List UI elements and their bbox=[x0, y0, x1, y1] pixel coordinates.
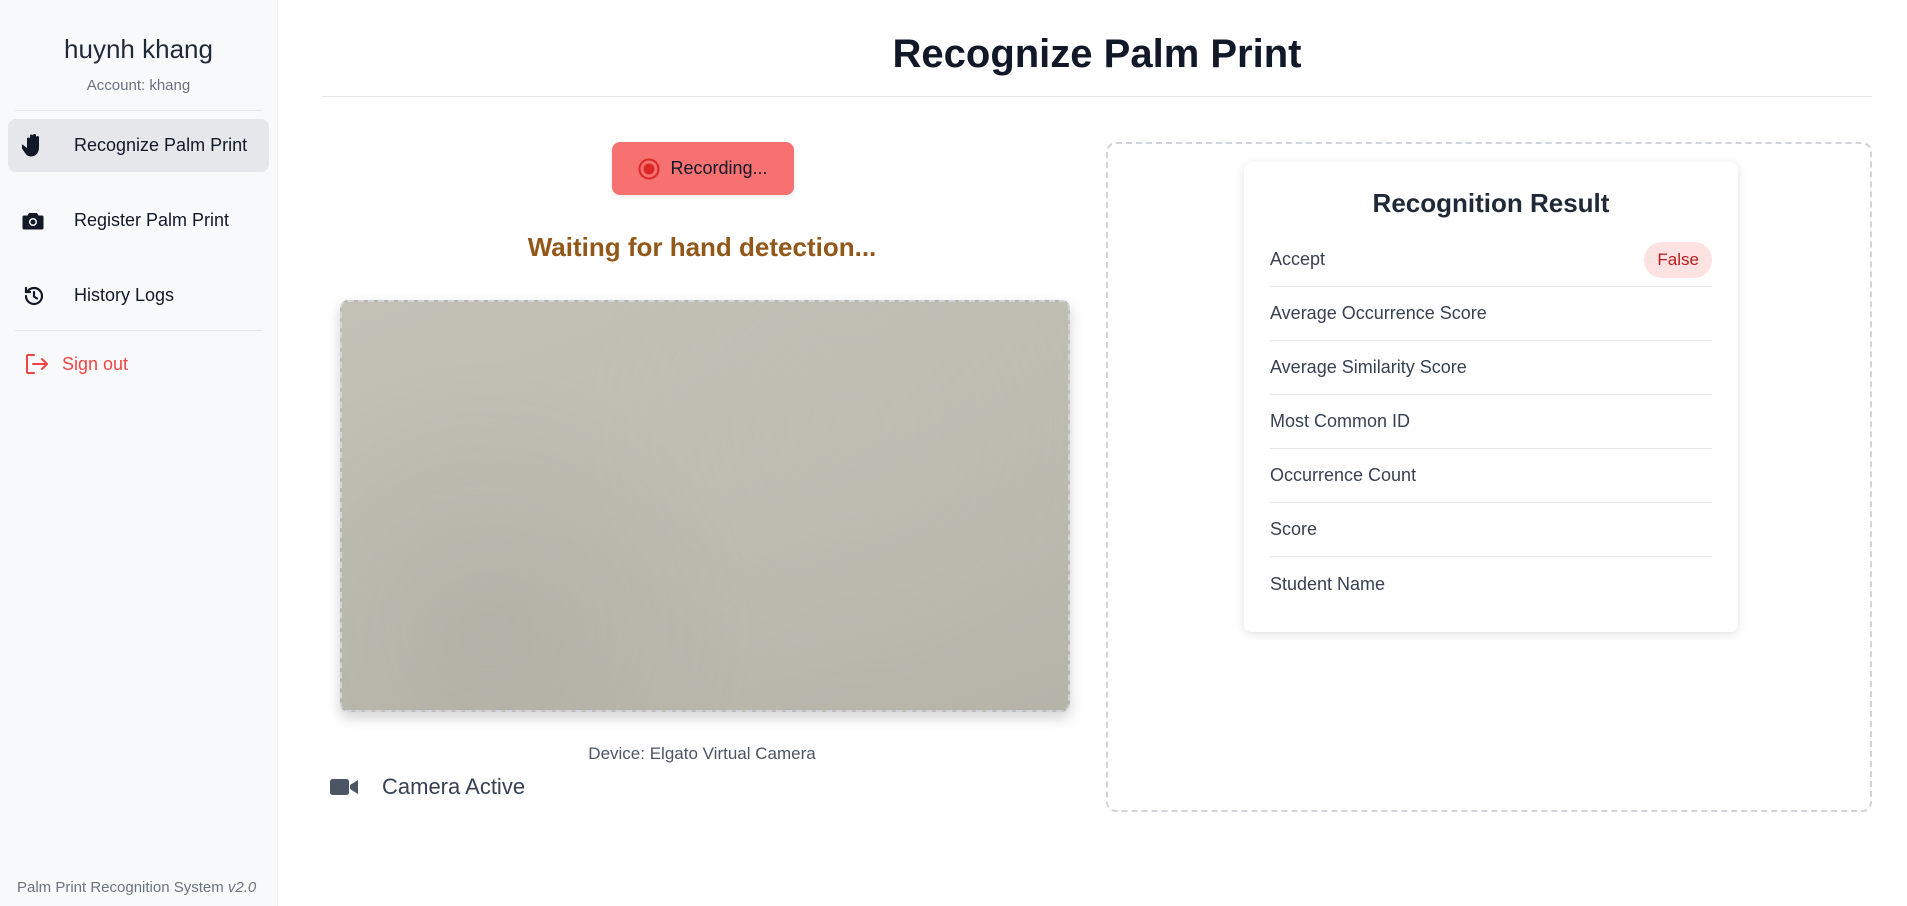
result-key: Average Similarity Score bbox=[1270, 357, 1467, 377]
result-key: Most Common ID bbox=[1270, 411, 1411, 431]
result-key: Occurrence Count bbox=[1270, 465, 1417, 485]
sign-out-icon bbox=[24, 352, 50, 376]
camera-preview bbox=[340, 300, 1070, 712]
sidebar-item-recognize[interactable]: Recognize Palm Print bbox=[8, 119, 269, 172]
sidebar: huynh khang Account: khang Recognize Pal… bbox=[0, 0, 278, 906]
footer-version: v2.0 bbox=[227, 879, 257, 896]
result-row: Most Common ID bbox=[1270, 395, 1712, 449]
sidebar-item-label: History Logs bbox=[74, 285, 175, 305]
result-panel: Recognition Result Accept False Average … bbox=[1106, 142, 1872, 812]
hand-icon bbox=[22, 133, 60, 159]
sign-out-button[interactable]: Sign out bbox=[8, 339, 269, 389]
user-name: huynh khang bbox=[64, 34, 213, 64]
camera-status: Camera Active bbox=[330, 774, 525, 800]
sign-out-label: Sign out bbox=[62, 353, 129, 374]
result-title: Recognition Result bbox=[1372, 188, 1610, 218]
result-row: Average Occurrence Score bbox=[1270, 287, 1712, 341]
main-content: Recognize Palm Print Recording... Waitin… bbox=[322, 0, 1872, 906]
footer-text: Palm Print Recognition System bbox=[17, 879, 224, 896]
sidebar-item-label: Register Palm Print bbox=[74, 210, 230, 230]
page-title: Recognize Palm Print bbox=[322, 0, 1872, 97]
sidebar-item-history[interactable]: History Logs bbox=[8, 269, 269, 322]
recognition-result-card: Recognition Result Accept False Average … bbox=[1244, 162, 1738, 632]
sidebar-item-label: Recognize Palm Print bbox=[74, 135, 248, 155]
record-icon bbox=[638, 158, 660, 180]
accept-badge: False bbox=[1644, 241, 1712, 278]
detection-status: Waiting for hand detection... bbox=[527, 232, 877, 262]
video-camera-icon bbox=[330, 777, 358, 797]
camera-icon bbox=[22, 211, 60, 231]
result-row: Student Name bbox=[1270, 557, 1712, 611]
result-row: Score bbox=[1270, 503, 1712, 557]
sidebar-divider bbox=[15, 330, 262, 331]
history-icon bbox=[22, 284, 60, 308]
recording-button[interactable]: Recording... bbox=[612, 142, 794, 195]
user-profile: huynh khang Account: khang bbox=[0, 0, 277, 94]
result-row: Accept False bbox=[1270, 233, 1712, 287]
result-row: Occurrence Count bbox=[1270, 449, 1712, 503]
result-key: Score bbox=[1270, 519, 1318, 539]
result-key: Accept bbox=[1270, 249, 1326, 269]
result-key: Average Occurrence Score bbox=[1270, 303, 1487, 323]
result-row: Average Similarity Score bbox=[1270, 341, 1712, 395]
camera-status-label: Camera Active bbox=[382, 774, 526, 799]
device-name: Device: Elgato Virtual Camera bbox=[588, 744, 816, 763]
recording-label: Recording... bbox=[670, 158, 768, 178]
app-footer: Palm Print Recognition System v2.0 bbox=[17, 879, 256, 896]
user-account: Account: khang bbox=[86, 77, 191, 94]
result-key: Student Name bbox=[1270, 573, 1386, 594]
sidebar-item-register[interactable]: Register Palm Print bbox=[8, 194, 269, 247]
